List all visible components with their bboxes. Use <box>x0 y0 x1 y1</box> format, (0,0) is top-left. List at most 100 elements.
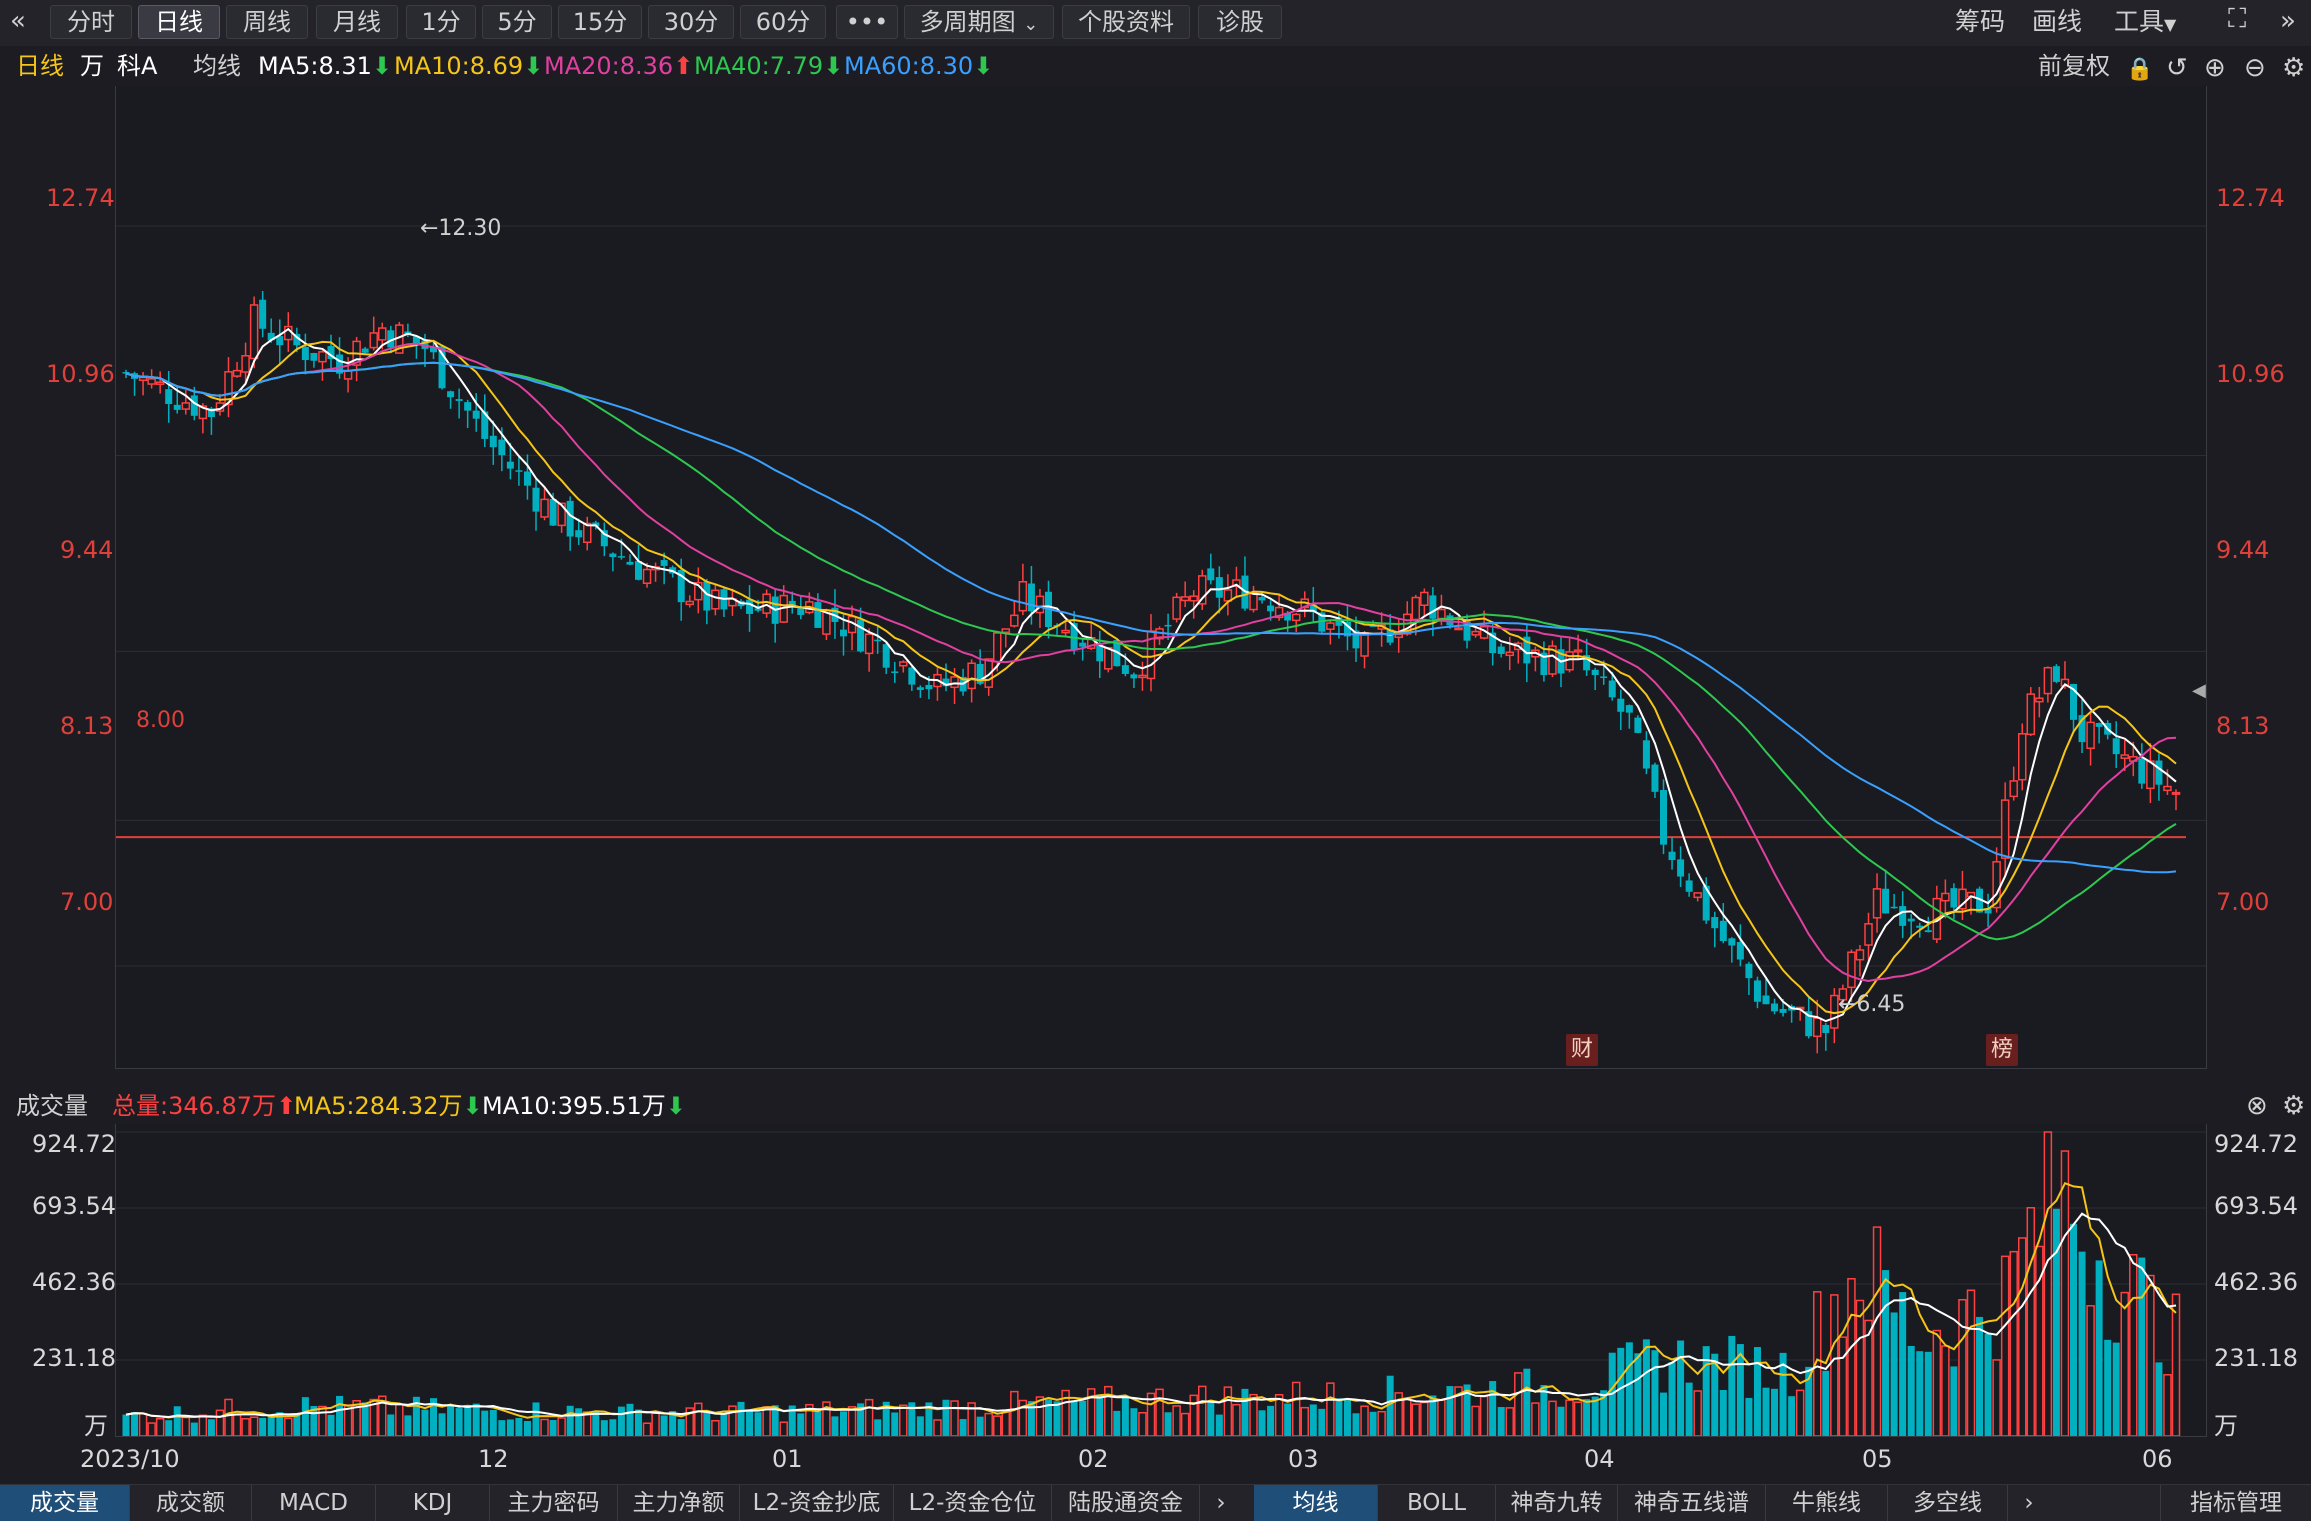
candle[interactable] <box>455 399 463 401</box>
candle[interactable] <box>1736 942 1744 960</box>
volume-bar[interactable] <box>1728 1335 1736 1436</box>
candle[interactable] <box>575 530 583 538</box>
volume-bar[interactable] <box>1497 1407 1505 1436</box>
volume-bar[interactable] <box>1155 1388 1164 1436</box>
close-icon[interactable]: ⊗ <box>2246 1088 2268 1124</box>
volume-bar[interactable] <box>1053 1401 1061 1436</box>
volume-bar[interactable] <box>1531 1402 1540 1436</box>
volume-bar[interactable] <box>1198 1385 1207 1436</box>
volume-bar[interactable] <box>626 1403 634 1436</box>
earnings-marker[interactable]: 财 <box>1566 1034 1598 1066</box>
multi-period-dropdown[interactable]: 多周期图 ⌄ <box>904 5 1054 39</box>
candle[interactable] <box>2171 791 2181 795</box>
tools-button[interactable]: 工具▼ <box>2114 5 2176 39</box>
indicator-manage-button[interactable]: 指标管理 <box>2160 1485 2311 1521</box>
candle[interactable] <box>1685 880 1693 892</box>
volume-bar[interactable] <box>2171 1293 2181 1436</box>
volume-bar[interactable] <box>847 1406 857 1436</box>
volume-bar[interactable] <box>1001 1411 1011 1436</box>
volume-bar[interactable] <box>2009 1250 2018 1436</box>
volume-bar[interactable] <box>617 1406 625 1436</box>
volume-bar[interactable] <box>1446 1386 1454 1436</box>
candle[interactable] <box>2163 785 2172 792</box>
volume-bar[interactable] <box>336 1395 344 1436</box>
candle[interactable] <box>1907 918 1915 922</box>
candle[interactable] <box>685 600 694 606</box>
volume-bar[interactable] <box>1343 1399 1351 1436</box>
volume-bar[interactable] <box>498 1420 506 1436</box>
volume-bar[interactable] <box>1583 1399 1591 1436</box>
volume-bar[interactable] <box>1693 1390 1702 1436</box>
volume-bar[interactable] <box>1677 1340 1685 1436</box>
volume-bar[interactable] <box>1565 1399 1574 1436</box>
candle[interactable] <box>249 304 259 360</box>
candle[interactable] <box>369 332 378 349</box>
volume-bar[interactable] <box>762 1406 771 1436</box>
volume-bar[interactable] <box>575 1408 583 1436</box>
volume-bar[interactable] <box>1164 1412 1172 1436</box>
candle[interactable] <box>540 498 549 518</box>
volume-bar[interactable] <box>976 1416 984 1436</box>
volume-bar[interactable] <box>395 1403 404 1436</box>
candle[interactable] <box>1249 592 1258 611</box>
candle[interactable] <box>1291 613 1301 622</box>
diagnose-button[interactable]: 诊股 <box>1198 5 1282 39</box>
volume-bar[interactable] <box>635 1409 642 1436</box>
volume-bar[interactable] <box>797 1413 805 1436</box>
volume-bar[interactable] <box>455 1408 463 1436</box>
chevron-right-icon[interactable]: › <box>2008 1485 2050 1521</box>
candle[interactable] <box>1130 674 1138 679</box>
candle[interactable] <box>891 671 899 673</box>
candle[interactable] <box>232 369 242 377</box>
volume-bar[interactable] <box>1479 1395 1489 1436</box>
candle[interactable] <box>1164 624 1172 627</box>
volume-title[interactable]: 成交量 <box>16 1088 88 1124</box>
fullscreen-icon[interactable]: ⛶ <box>2228 4 2246 35</box>
candle[interactable] <box>2026 693 2036 736</box>
candle[interactable] <box>617 556 625 558</box>
volume-bar[interactable] <box>1267 1405 1275 1436</box>
tab-period-0[interactable]: 分时 <box>50 5 132 39</box>
candle[interactable] <box>1864 923 1873 946</box>
double-chevron-left-icon[interactable]: « <box>10 6 26 36</box>
candle[interactable] <box>532 487 540 512</box>
volume-bar[interactable] <box>1514 1372 1523 1436</box>
ma-label[interactable]: 均线 <box>193 46 241 86</box>
volume-bar[interactable] <box>651 1412 660 1436</box>
candle[interactable] <box>993 632 1002 663</box>
volume-bar[interactable] <box>984 1412 993 1436</box>
volume-bar[interactable] <box>1924 1351 1932 1436</box>
tab-long-short[interactable]: 多空线 <box>1888 1485 2008 1521</box>
tab-period-1[interactable]: 日线 <box>138 5 220 39</box>
candle[interactable] <box>1600 676 1608 678</box>
volume-bar[interactable] <box>1685 1382 1693 1436</box>
volume-bar[interactable] <box>215 1409 225 1436</box>
candle[interactable] <box>1207 568 1215 581</box>
candle[interactable] <box>1096 645 1104 662</box>
candle[interactable] <box>566 500 574 537</box>
candle[interactable] <box>2146 760 2155 790</box>
fuquan-button[interactable]: 前复权 <box>2038 46 2110 86</box>
tab-period-5[interactable]: 5分 <box>482 5 552 39</box>
volume-bar[interactable] <box>660 1415 668 1436</box>
candle[interactable] <box>1813 1017 1822 1038</box>
candle[interactable] <box>967 662 976 690</box>
volume-bar[interactable] <box>1958 1298 1967 1436</box>
volume-bar[interactable] <box>2155 1362 2163 1436</box>
candle[interactable] <box>310 352 318 361</box>
volume-bar[interactable] <box>327 1414 335 1436</box>
volume-bar[interactable] <box>2078 1251 2086 1436</box>
candle[interactable] <box>1728 938 1736 946</box>
volume-bar[interactable] <box>899 1404 908 1436</box>
candle[interactable] <box>1326 622 1335 630</box>
candle[interactable] <box>190 395 198 416</box>
candle[interactable] <box>1267 605 1275 612</box>
tab-main-code[interactable]: 主力密码 <box>490 1485 618 1521</box>
volume-bar[interactable] <box>1241 1388 1249 1436</box>
volume-bar[interactable] <box>361 1402 369 1436</box>
volume-bar[interactable] <box>566 1405 574 1436</box>
undo-icon[interactable]: ↺ <box>2166 48 2188 88</box>
volume-bar[interactable] <box>1651 1350 1659 1436</box>
candle[interactable] <box>1634 717 1642 733</box>
volume-bar[interactable] <box>1984 1333 1992 1436</box>
